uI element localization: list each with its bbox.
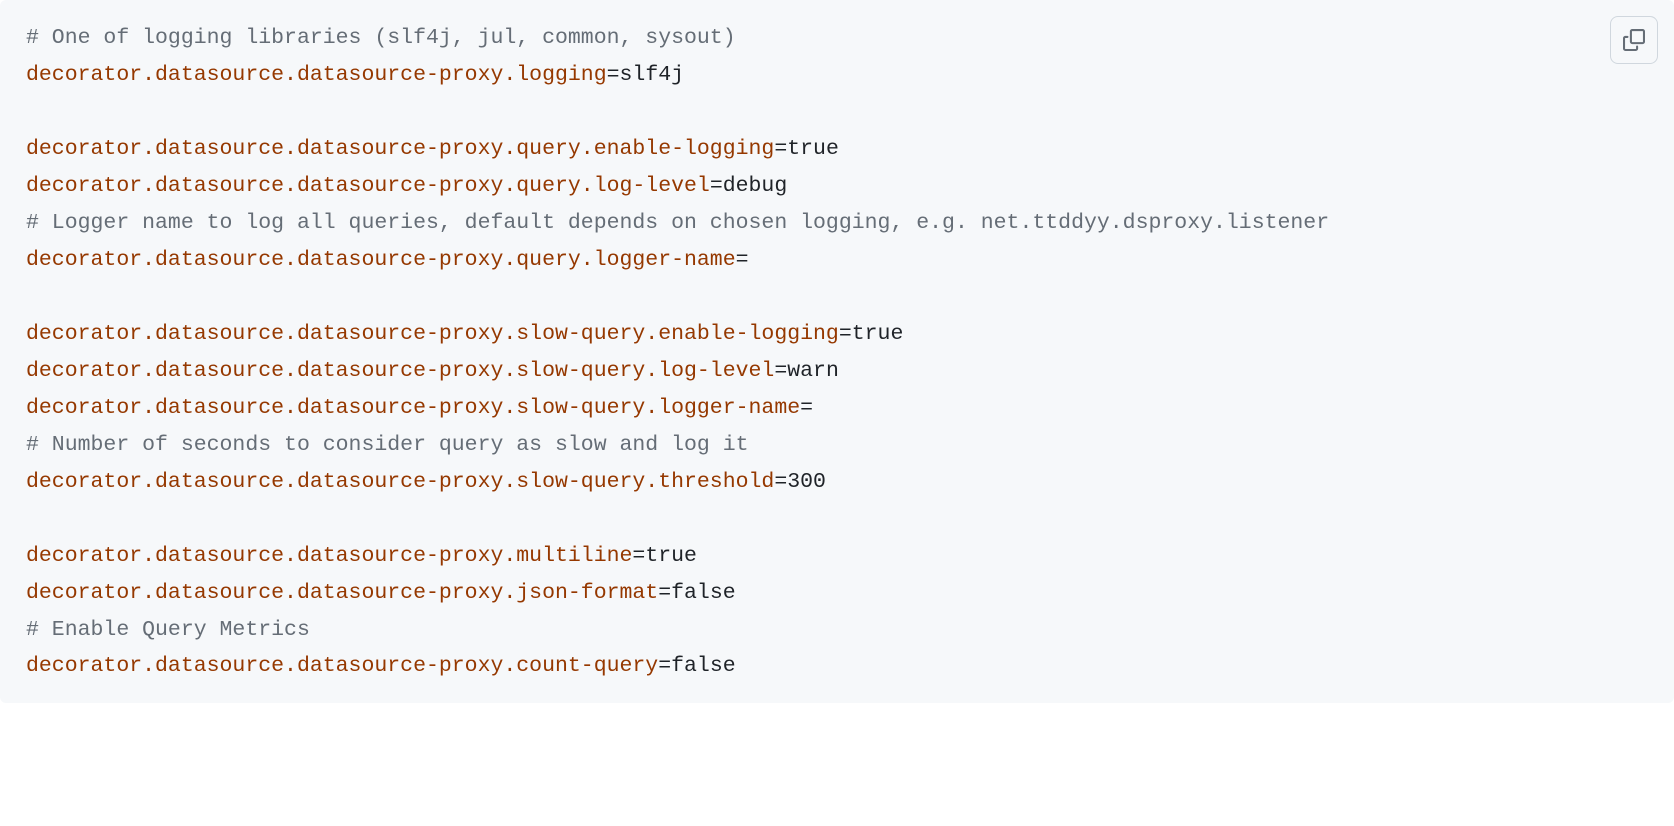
comment: # One of logging libraries (slf4j, jul, … (26, 26, 736, 50)
equals-sign: = (607, 63, 620, 87)
equals-sign: = (774, 470, 787, 494)
code-line: decorator.datasource.datasource-proxy.qu… (26, 131, 1648, 168)
property-key: decorator.datasource.datasource-proxy.js… (26, 581, 658, 605)
property-value: true (645, 544, 697, 568)
equals-sign: = (839, 322, 852, 346)
equals-sign: = (736, 248, 749, 272)
property-value: false (671, 581, 736, 605)
property-key: decorator.datasource.datasource-proxy.lo… (26, 63, 607, 87)
code-scroll-area[interactable]: # One of logging libraries (slf4j, jul, … (0, 0, 1674, 703)
property-key: decorator.datasource.datasource-proxy.sl… (26, 470, 774, 494)
code-line: decorator.datasource.datasource-proxy.qu… (26, 242, 1648, 279)
property-value: slf4j (620, 63, 685, 87)
property-value: 300 (787, 470, 826, 494)
code-line: decorator.datasource.datasource-proxy.sl… (26, 390, 1648, 427)
property-key: decorator.datasource.datasource-proxy.qu… (26, 248, 736, 272)
property-key: decorator.datasource.datasource-proxy.sl… (26, 396, 800, 420)
equals-sign: = (774, 359, 787, 383)
equals-sign: = (800, 396, 813, 420)
property-value: true (852, 322, 904, 346)
code-line (26, 94, 1648, 131)
code-line: decorator.datasource.datasource-proxy.sl… (26, 353, 1648, 390)
equals-sign: = (658, 581, 671, 605)
equals-sign: = (658, 654, 671, 678)
property-value: debug (723, 174, 788, 198)
comment: # Number of seconds to consider query as… (26, 433, 749, 457)
comment: # Logger name to log all queries, defaul… (26, 211, 1329, 235)
code-line (26, 279, 1648, 316)
code-line: decorator.datasource.datasource-proxy.qu… (26, 168, 1648, 205)
property-value: warn (787, 359, 839, 383)
code-line: decorator.datasource.datasource-proxy.lo… (26, 57, 1648, 94)
code-line: # Logger name to log all queries, defaul… (26, 205, 1648, 242)
property-key: decorator.datasource.datasource-proxy.qu… (26, 174, 710, 198)
comment: # Enable Query Metrics (26, 618, 310, 642)
copy-button[interactable] (1610, 16, 1658, 64)
code-line (26, 501, 1648, 538)
property-value: false (671, 654, 736, 678)
property-key: decorator.datasource.datasource-proxy.mu… (26, 544, 632, 568)
property-key: decorator.datasource.datasource-proxy.co… (26, 654, 658, 678)
code-line: decorator.datasource.datasource-proxy.sl… (26, 464, 1648, 501)
property-key: decorator.datasource.datasource-proxy.qu… (26, 137, 774, 161)
code-line: # Number of seconds to consider query as… (26, 427, 1648, 464)
code-line: # Enable Query Metrics (26, 612, 1648, 649)
code-line: decorator.datasource.datasource-proxy.mu… (26, 538, 1648, 575)
code-line: # One of logging libraries (slf4j, jul, … (26, 20, 1648, 57)
code-line: decorator.datasource.datasource-proxy.sl… (26, 316, 1648, 353)
property-value: true (787, 137, 839, 161)
equals-sign: = (632, 544, 645, 568)
copy-icon (1623, 29, 1645, 51)
property-key: decorator.datasource.datasource-proxy.sl… (26, 359, 774, 383)
code-line: decorator.datasource.datasource-proxy.co… (26, 648, 1648, 685)
property-key: decorator.datasource.datasource-proxy.sl… (26, 322, 839, 346)
code-block: # One of logging libraries (slf4j, jul, … (26, 20, 1648, 685)
code-line: decorator.datasource.datasource-proxy.js… (26, 575, 1648, 612)
equals-sign: = (774, 137, 787, 161)
code-block-container: # One of logging libraries (slf4j, jul, … (0, 0, 1674, 703)
equals-sign: = (710, 174, 723, 198)
